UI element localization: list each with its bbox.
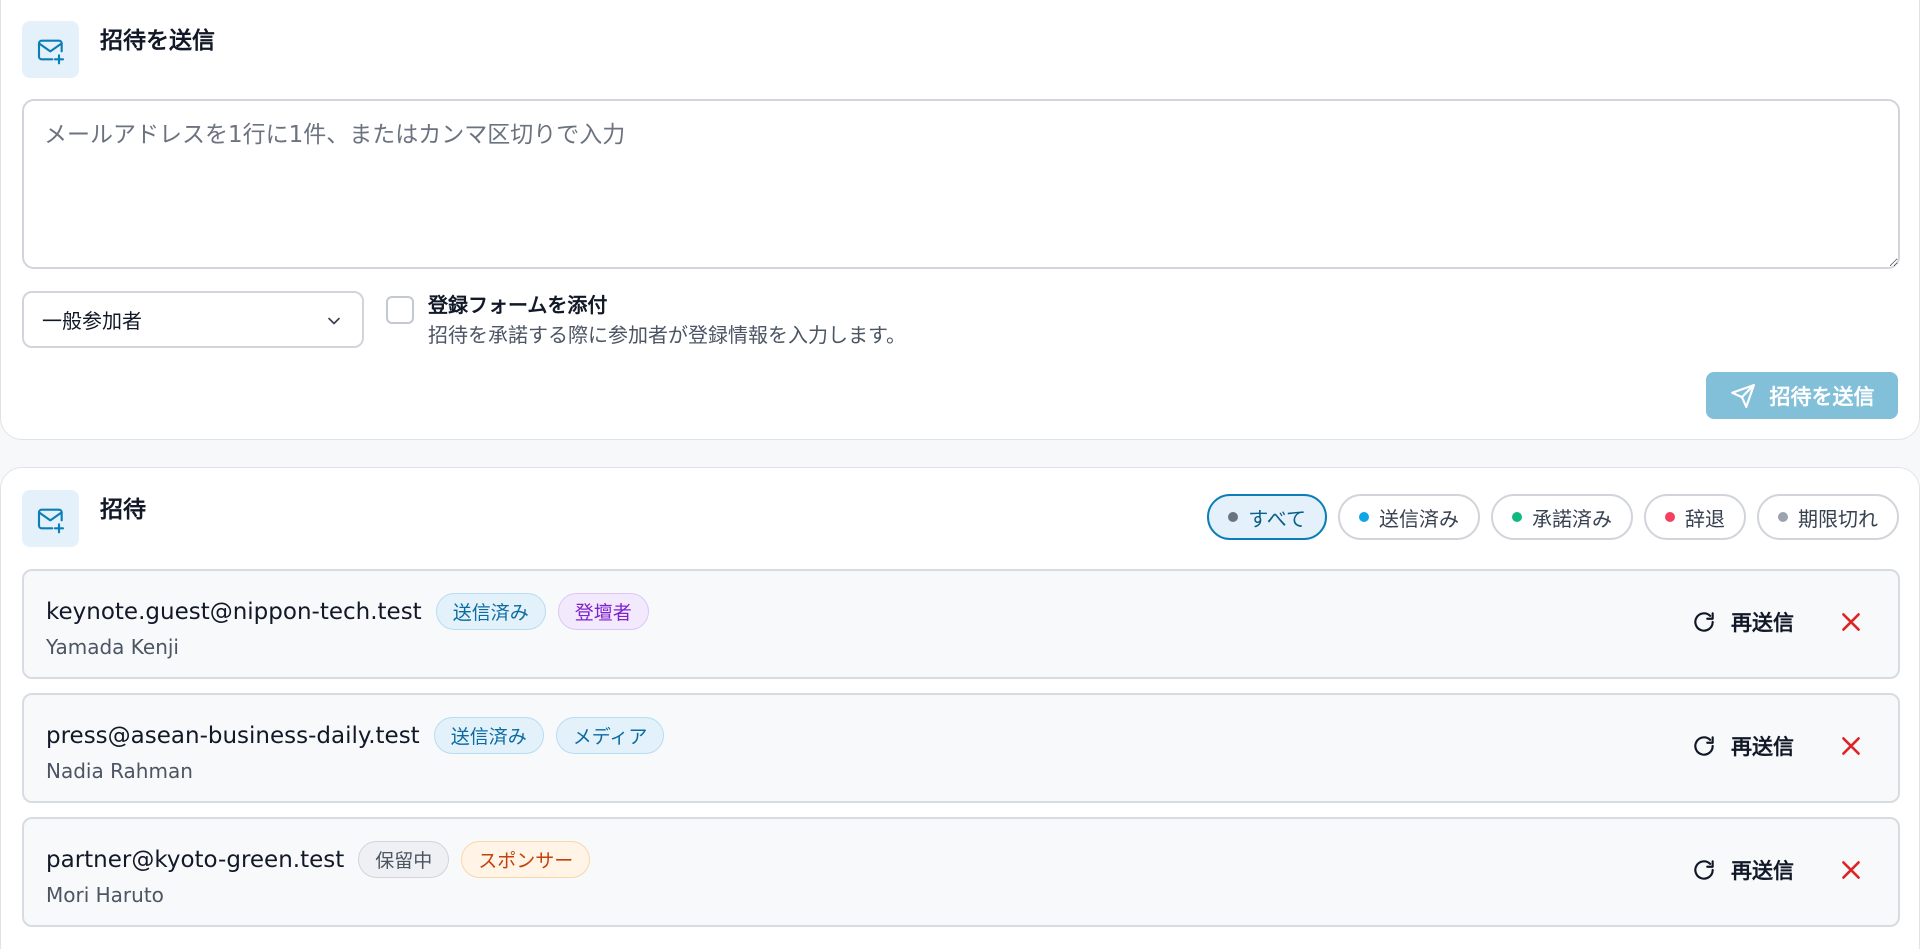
attach-form-label: 登録フォームを添付: [428, 293, 608, 317]
invite-email: partner@kyoto-green.test: [46, 846, 345, 873]
attach-form-help: 招待を承諾する際に参加者が登録情報を入力します。: [428, 323, 906, 347]
role-badge: 登壇者: [557, 593, 649, 630]
role-badge: スポンサー: [461, 841, 591, 878]
status-badge: 送信済み: [435, 593, 546, 630]
resend-button[interactable]: 再送信: [1691, 731, 1794, 761]
filter-label: 期限切れ: [1798, 506, 1878, 531]
invite-name: Nadia Rahman: [46, 759, 193, 783]
status-dot: [1512, 512, 1522, 522]
email-addresses-textarea[interactable]: [22, 99, 1900, 269]
filter-declined[interactable]: 辞退: [1644, 494, 1746, 540]
delete-icon[interactable]: [1838, 733, 1864, 759]
status-filter-group: すべて 送信済み 承諾済み 辞退 期限切れ: [1207, 494, 1899, 540]
invite-email: press@asean-business-daily.test: [46, 722, 420, 749]
status-dot: [1778, 512, 1788, 522]
resend-label: 再送信: [1731, 611, 1794, 635]
filter-all[interactable]: すべて: [1207, 494, 1327, 540]
filter-label: すべて: [1248, 506, 1306, 531]
status-dot: [1665, 512, 1675, 522]
invite-email: keynote.guest@nippon-tech.test: [46, 598, 422, 625]
filter-label: 送信済み: [1379, 506, 1459, 531]
refresh-icon: [1694, 860, 1714, 880]
send-card-title: 招待を送信: [100, 28, 215, 54]
invitations-list-card: 招待 すべて 送信済み 承諾済み 辞退 期限切れ keynote.guest@n…: [0, 467, 1920, 949]
status-badge: 保留中: [358, 841, 450, 878]
resend-button[interactable]: 再送信: [1691, 855, 1794, 885]
filter-label: 辞退: [1685, 506, 1725, 531]
role-select[interactable]: 一般参加者: [22, 291, 364, 348]
invite-row: keynote.guest@nippon-tech.test 送信済み 登壇者 …: [22, 569, 1900, 679]
role-select-value: 一般参加者: [42, 309, 142, 333]
filter-label: 承諾済み: [1532, 506, 1612, 531]
invitations-title: 招待: [100, 497, 146, 523]
filter-expired[interactable]: 期限切れ: [1757, 494, 1899, 540]
delete-icon[interactable]: [1838, 609, 1864, 635]
filter-accepted[interactable]: 承諾済み: [1491, 494, 1633, 540]
mail-plus-icon: [22, 490, 79, 547]
refresh-icon: [1694, 736, 1714, 756]
invite-name: Mori Haruto: [46, 883, 164, 907]
invite-row: partner@kyoto-green.test 保留中 スポンサー Mori …: [22, 817, 1900, 927]
resend-label: 再送信: [1731, 859, 1794, 883]
invite-row: press@asean-business-daily.test 送信済み メディ…: [22, 693, 1900, 803]
delete-icon[interactable]: [1838, 857, 1864, 883]
resend-label: 再送信: [1731, 735, 1794, 759]
send-icon: [1730, 383, 1755, 408]
chevron-down-icon: [328, 317, 340, 325]
send-invitations-card: 招待を送信 一般参加者 登録フォームを添付 招待を承諾する際に参加者が登録情報を…: [0, 0, 1920, 440]
send-invitations-button[interactable]: 招待を送信: [1706, 372, 1898, 419]
attach-form-checkbox[interactable]: [386, 296, 414, 324]
mail-plus-icon: [22, 21, 79, 78]
status-dot: [1359, 512, 1369, 522]
send-button-label: 招待を送信: [1769, 384, 1875, 409]
invite-name: Yamada Kenji: [46, 635, 179, 659]
resend-button[interactable]: 再送信: [1691, 607, 1794, 637]
refresh-icon: [1694, 612, 1714, 632]
role-badge: メディア: [555, 717, 665, 754]
filter-sent[interactable]: 送信済み: [1338, 494, 1480, 540]
status-dot: [1228, 512, 1239, 522]
status-badge: 送信済み: [433, 717, 544, 754]
